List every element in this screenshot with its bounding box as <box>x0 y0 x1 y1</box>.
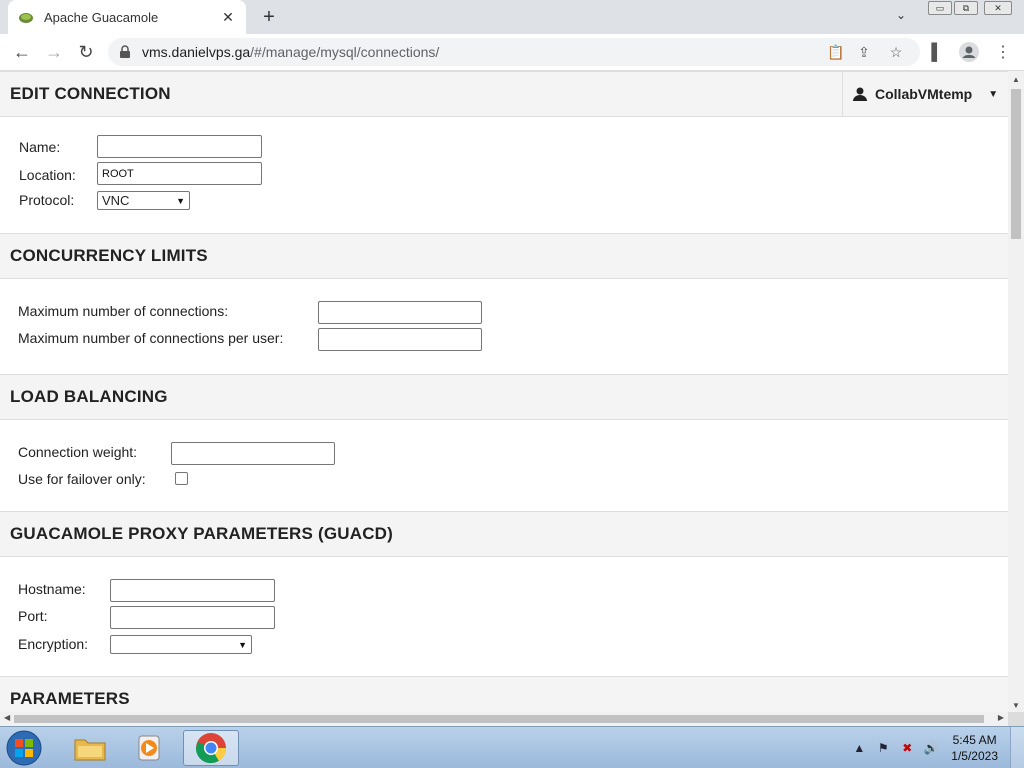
hostname-label: Hostname: <box>18 581 86 597</box>
chevron-down-icon: ▼ <box>988 88 999 100</box>
windows-taskbar: ▲ ⚑ ✖ 🔊 5:45 AM 1/5/2023 <box>0 726 1024 768</box>
max-connections-per-user-input[interactable] <box>318 328 482 351</box>
share-icon[interactable]: ⇪ <box>854 42 874 62</box>
scrollbar-corner <box>1008 712 1024 726</box>
tab-title: Apache Guacamole <box>44 9 159 25</box>
show-desktop-button[interactable] <box>1010 727 1024 768</box>
address-bar[interactable]: vms.danielvps.ga/#/manage/mysql/connecti… <box>108 38 920 66</box>
browser-tabstrip: Apache Guacamole ✕ + ⌄ ▭ ⧉ ✕ <box>0 0 1024 34</box>
media-player-taskbar-button[interactable] <box>122 730 178 766</box>
reload-button[interactable]: ↻ <box>74 40 98 64</box>
side-panel-icon[interactable]: ▌ <box>926 42 948 64</box>
vertical-scroll-thumb[interactable] <box>1011 89 1021 239</box>
volume-icon[interactable]: 🔊 <box>922 739 940 757</box>
scroll-down-icon[interactable]: ▼ <box>1012 701 1020 710</box>
scroll-left-icon[interactable]: ◀ <box>4 713 10 722</box>
system-tray: ▲ ⚑ ✖ 🔊 5:45 AM 1/5/2023 <box>847 727 1024 768</box>
max-connections-label: Maximum number of connections: <box>18 303 229 319</box>
back-button[interactable]: ← <box>10 40 34 64</box>
load-balancing-title: LOAD BALANCING <box>10 387 168 406</box>
scroll-up-icon[interactable]: ▲ <box>1012 75 1020 84</box>
load-balancing-header: LOAD BALANCING <box>0 374 1008 420</box>
chevron-down-icon: ▼ <box>238 639 247 650</box>
clock-time: 5:45 AM <box>952 733 997 747</box>
new-tab-button[interactable]: + <box>258 6 280 28</box>
encryption-label: Encryption: <box>18 636 89 652</box>
vertical-scrollbar[interactable]: ▲ ▼ <box>1008 71 1024 712</box>
clipboard-icon[interactable]: 📋 <box>826 42 846 62</box>
connection-weight-input[interactable] <box>171 442 335 465</box>
user-icon <box>853 87 867 101</box>
file-explorer-taskbar-button[interactable] <box>62 730 118 766</box>
parameters-header: PARAMETERS <box>0 676 1008 712</box>
start-button-icon[interactable] <box>4 729 44 767</box>
proxy-parameters-header: GUACAMOLE PROXY PARAMETERS (GUACD) <box>0 511 1008 557</box>
port-label: Port: <box>18 608 48 624</box>
parameters-title: PARAMETERS <box>10 689 130 708</box>
name-label: Name: <box>19 139 61 155</box>
guacamole-favicon-icon <box>19 13 33 23</box>
scroll-right-icon[interactable]: ▶ <box>998 713 1004 722</box>
clock[interactable]: 5:45 AM 1/5/2023 <box>951 732 998 764</box>
protocol-value: VNC <box>102 193 130 208</box>
user-name: CollabVMtemp <box>875 86 973 102</box>
max-connections-input[interactable] <box>318 301 482 324</box>
port-input[interactable] <box>110 606 275 629</box>
page-content: EDIT CONNECTION CollabVMtemp ▼ Name: Loc… <box>0 71 1008 712</box>
bookmark-star-icon[interactable]: ☆ <box>886 42 906 62</box>
failover-checkbox[interactable] <box>175 472 188 485</box>
profile-avatar-icon[interactable] <box>958 42 980 64</box>
max-connections-per-user-label: Maximum number of connections per user: <box>18 330 284 346</box>
minimize-button[interactable]: ▭ <box>928 1 952 15</box>
page-title: EDIT CONNECTION <box>10 84 171 103</box>
location-label: Location: <box>19 167 76 183</box>
concurrency-limits-header: CONCURRENCY LIMITS <box>0 233 1008 279</box>
url-text: vms.danielvps.ga/#/manage/mysql/connecti… <box>142 44 440 60</box>
concurrency-title: CONCURRENCY LIMITS <box>10 246 208 265</box>
chevron-down-icon: ▼ <box>176 195 185 206</box>
user-menu[interactable]: CollabVMtemp ▼ <box>842 72 1008 116</box>
horizontal-scroll-thumb[interactable] <box>14 715 984 723</box>
browser-toolbar: ← → ↻ vms.danielvps.ga/#/manage/mysql/co… <box>0 34 1024 71</box>
network-icon[interactable]: ✖ <box>898 739 916 757</box>
chrome-icon <box>195 733 227 764</box>
failover-label: Use for failover only: <box>18 471 146 487</box>
horizontal-scrollbar[interactable]: ◀ ▶ <box>0 712 1008 726</box>
protocol-label: Protocol: <box>19 192 75 208</box>
location-field[interactable] <box>97 162 262 185</box>
chrome-taskbar-button[interactable] <box>183 730 239 766</box>
show-hidden-icons-icon[interactable]: ▲ <box>850 739 868 757</box>
tab-search-icon[interactable]: ⌄ <box>896 8 906 22</box>
close-window-button[interactable]: ✕ <box>984 1 1012 15</box>
maximize-button[interactable]: ⧉ <box>954 1 978 15</box>
browser-tab[interactable]: Apache Guacamole ✕ <box>8 0 246 34</box>
lock-icon <box>120 45 130 58</box>
chrome-menu-icon[interactable]: ⋮ <box>992 42 1014 64</box>
hostname-input[interactable] <box>110 579 275 602</box>
name-input[interactable] <box>97 135 262 158</box>
encryption-select[interactable]: ▼ <box>110 635 252 654</box>
connection-weight-label: Connection weight: <box>18 444 138 460</box>
clock-date: 1/5/2023 <box>951 749 998 763</box>
folder-icon <box>74 739 106 761</box>
proxy-title: GUACAMOLE PROXY PARAMETERS (GUACD) <box>10 524 394 543</box>
close-tab-icon[interactable]: ✕ <box>220 9 236 26</box>
action-center-icon[interactable]: ⚑ <box>874 739 892 757</box>
media-player-icon <box>138 735 160 761</box>
edit-connection-header: EDIT CONNECTION CollabVMtemp ▼ <box>0 71 1008 117</box>
protocol-select[interactable]: VNC ▼ <box>97 191 190 210</box>
forward-button[interactable]: → <box>42 40 66 64</box>
